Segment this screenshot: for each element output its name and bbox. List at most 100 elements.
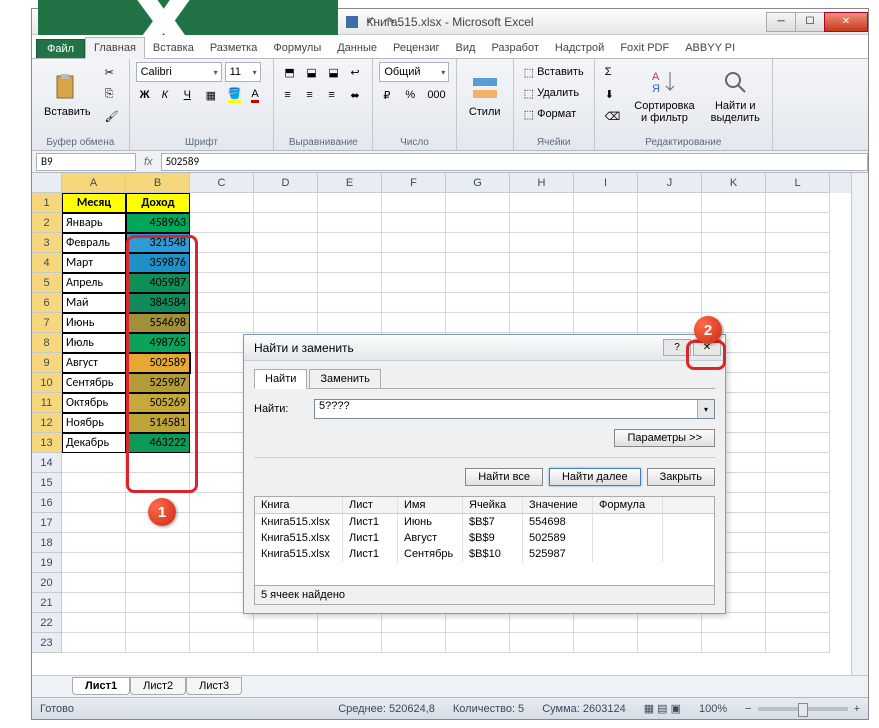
copy-button[interactable]: ⎘ xyxy=(101,84,123,104)
font-name-combo[interactable]: Calibri xyxy=(136,62,222,82)
cell-E22[interactable] xyxy=(318,613,382,633)
cell-L17[interactable] xyxy=(766,513,830,533)
align-top-button[interactable]: ⬒ xyxy=(280,62,300,82)
tab-formulas[interactable]: Формулы xyxy=(265,38,329,58)
sheet-tab-3[interactable]: Лист3 xyxy=(186,677,242,695)
cell-A17[interactable] xyxy=(62,513,126,533)
cell-A18[interactable] xyxy=(62,533,126,553)
cell-F1[interactable] xyxy=(382,193,446,213)
cell-E23[interactable] xyxy=(318,633,382,653)
cell-L23[interactable] xyxy=(766,633,830,653)
row-header-11[interactable]: 11 xyxy=(32,393,62,413)
col-book[interactable]: Книга xyxy=(255,497,343,513)
col-header-E[interactable]: E xyxy=(318,173,382,193)
cell-C1[interactable] xyxy=(190,193,254,213)
cell-A2[interactable]: Январь xyxy=(62,213,126,233)
cell-I1[interactable] xyxy=(574,193,638,213)
dialog-tab-find[interactable]: Найти xyxy=(254,369,307,389)
cell-D23[interactable] xyxy=(254,633,318,653)
cell-K5[interactable] xyxy=(702,273,766,293)
cell-L5[interactable] xyxy=(766,273,830,293)
cell-A11[interactable]: Октябрь xyxy=(62,393,126,413)
zoom-control[interactable]: −+ xyxy=(745,703,860,715)
cell-J1[interactable] xyxy=(638,193,702,213)
tab-dev[interactable]: Разработ xyxy=(483,38,546,58)
cell-B23[interactable] xyxy=(126,633,190,653)
cell-L9[interactable] xyxy=(766,353,830,373)
result-row[interactable]: Книга515.xlsxЛист1Сентябрь $B$10525987 xyxy=(255,546,714,562)
cell-E5[interactable] xyxy=(318,273,382,293)
row-header-21[interactable]: 21 xyxy=(32,593,62,613)
col-header-L[interactable]: L xyxy=(766,173,830,193)
row-header-5[interactable]: 5 xyxy=(32,273,62,293)
cell-I3[interactable] xyxy=(574,233,638,253)
view-buttons[interactable]: ▦ ▤ ▣ xyxy=(644,702,681,715)
cell-D1[interactable] xyxy=(254,193,318,213)
border-button[interactable]: ▦ xyxy=(202,85,222,105)
cell-G23[interactable] xyxy=(446,633,510,653)
align-bottom-button[interactable]: ⬓ xyxy=(324,62,344,82)
cell-F7[interactable] xyxy=(382,313,446,333)
cell-B1[interactable]: Доход xyxy=(126,193,190,213)
row-header-14[interactable]: 14 xyxy=(32,453,62,473)
cell-I5[interactable] xyxy=(574,273,638,293)
clear-button[interactable]: ⌫ xyxy=(601,106,625,126)
row-header-16[interactable]: 16 xyxy=(32,493,62,513)
tab-file[interactable]: Файл xyxy=(36,39,85,58)
row-header-7[interactable]: 7 xyxy=(32,313,62,333)
cell-E4[interactable] xyxy=(318,253,382,273)
result-row[interactable]: Книга515.xlsxЛист1Июнь $B$7554698 xyxy=(255,514,714,530)
paste-button[interactable]: Вставить xyxy=(38,62,97,128)
cell-H6[interactable] xyxy=(510,293,574,313)
merge-button[interactable]: ⬌ xyxy=(346,85,366,105)
cell-B22[interactable] xyxy=(126,613,190,633)
cell-F6[interactable] xyxy=(382,293,446,313)
cell-A6[interactable]: Май xyxy=(62,293,126,313)
col-header-C[interactable]: C xyxy=(190,173,254,193)
row-header-4[interactable]: 4 xyxy=(32,253,62,273)
cell-L12[interactable] xyxy=(766,413,830,433)
cell-I7[interactable] xyxy=(574,313,638,333)
cell-C5[interactable] xyxy=(190,273,254,293)
redo-icon[interactable]: ↷ xyxy=(382,14,398,30)
row-header-1[interactable]: 1 xyxy=(32,193,62,213)
cell-E2[interactable] xyxy=(318,213,382,233)
cell-I22[interactable] xyxy=(574,613,638,633)
cell-A20[interactable] xyxy=(62,573,126,593)
tab-foxit[interactable]: Foxit PDF xyxy=(612,38,677,58)
cell-L21[interactable] xyxy=(766,593,830,613)
tab-review[interactable]: Рецензиг xyxy=(385,38,448,58)
cell-J7[interactable] xyxy=(638,313,702,333)
cell-H3[interactable] xyxy=(510,233,574,253)
cell-G3[interactable] xyxy=(446,233,510,253)
cell-H23[interactable] xyxy=(510,633,574,653)
cell-J5[interactable] xyxy=(638,273,702,293)
cell-L8[interactable] xyxy=(766,333,830,353)
cell-G1[interactable] xyxy=(446,193,510,213)
cell-G6[interactable] xyxy=(446,293,510,313)
format-painter-button[interactable]: 🖌 xyxy=(101,106,123,126)
cut-button[interactable]: ✂ xyxy=(101,62,123,82)
cell-L1[interactable] xyxy=(766,193,830,213)
col-header-G[interactable]: G xyxy=(446,173,510,193)
cell-G4[interactable] xyxy=(446,253,510,273)
cell-J2[interactable] xyxy=(638,213,702,233)
cell-B19[interactable] xyxy=(126,553,190,573)
tab-home[interactable]: Главная xyxy=(85,37,145,59)
tab-abbyy[interactable]: ABBYY PI xyxy=(677,38,743,58)
cells-format-button[interactable]: ⬚Формат xyxy=(520,104,580,124)
results-list[interactable]: Книга Лист Имя Ячейка Значение Формула К… xyxy=(254,496,715,586)
row-header-6[interactable]: 6 xyxy=(32,293,62,313)
dialog-close-btn[interactable]: Закрыть xyxy=(647,468,715,486)
cell-C22[interactable] xyxy=(190,613,254,633)
cell-I2[interactable] xyxy=(574,213,638,233)
sort-filter-button[interactable]: АЯ Сортировка и фильтр xyxy=(628,62,700,128)
font-color-button[interactable]: A xyxy=(247,85,267,105)
cell-D4[interactable] xyxy=(254,253,318,273)
cell-A4[interactable]: Март xyxy=(62,253,126,273)
cell-K3[interactable] xyxy=(702,233,766,253)
dialog-tab-replace[interactable]: Заменить xyxy=(309,369,380,389)
fill-color-button[interactable]: 🪣 xyxy=(224,85,246,105)
formula-input[interactable]: 502589 xyxy=(161,153,868,171)
sheet-tab-1[interactable]: Лист1 xyxy=(72,677,130,695)
